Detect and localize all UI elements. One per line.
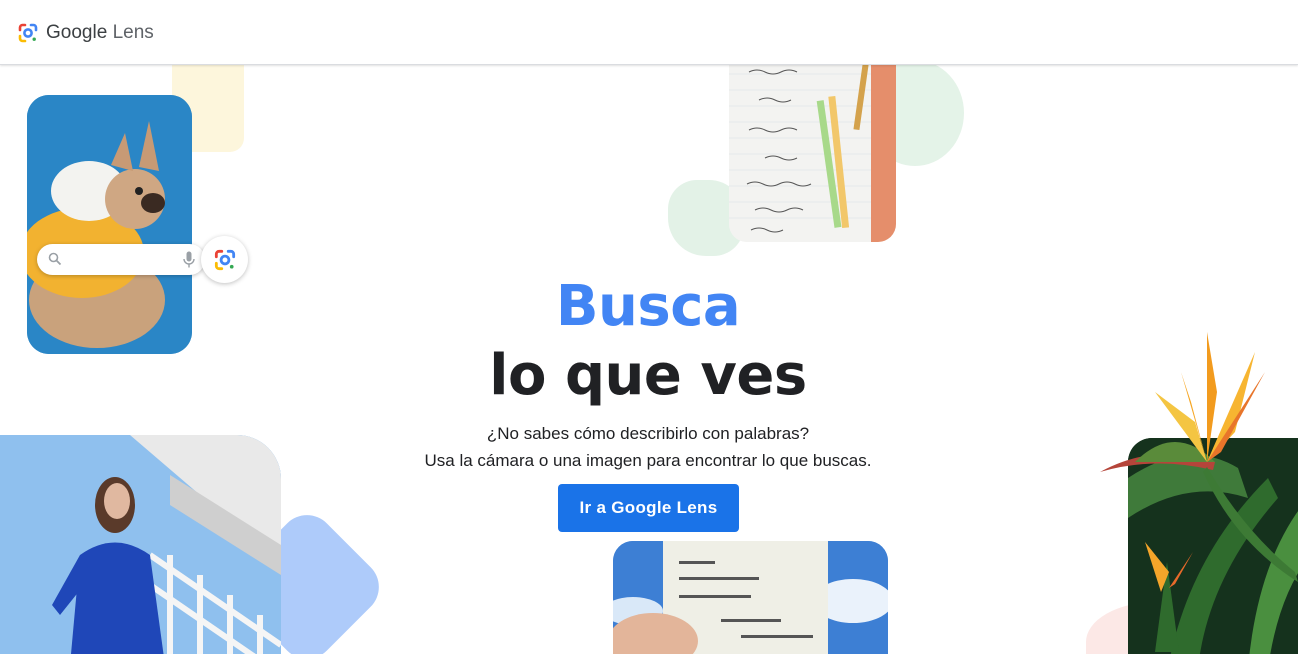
hero-subtitle-line2: Usa la cámara o una imagen para encontra…	[424, 451, 872, 470]
hero-title-line1: Busca	[555, 274, 741, 339]
bird-of-paradise-flower	[1100, 332, 1298, 652]
hero-subtitle: ¿No sabes cómo describirlo con palabras?…	[400, 420, 896, 474]
microphone-icon	[183, 251, 195, 268]
google-lens-icon	[214, 249, 235, 270]
hero-section: Busca lo que ves ¿No sabes cómo describi…	[400, 272, 896, 474]
woman-photo	[0, 435, 281, 654]
sample-search-bar	[37, 244, 205, 275]
top-bar: Google Lens	[0, 0, 1298, 65]
hero-subtitle-line1: ¿No sabes cómo describirlo con palabras?	[486, 424, 810, 443]
google-lens-logo[interactable]: Google Lens	[16, 20, 154, 46]
lens-button	[201, 236, 248, 283]
brand-name: Google Lens	[46, 22, 154, 43]
math-notes-photo	[729, 60, 896, 242]
search-icon	[48, 252, 62, 266]
dog-photo	[27, 95, 192, 354]
go-to-google-lens-button[interactable]: Ir a Google Lens	[558, 484, 739, 532]
google-lens-logo-icon	[18, 23, 38, 43]
hero-title-line2: lo que ves	[489, 343, 807, 408]
handwritten-paper-photo	[613, 541, 888, 654]
